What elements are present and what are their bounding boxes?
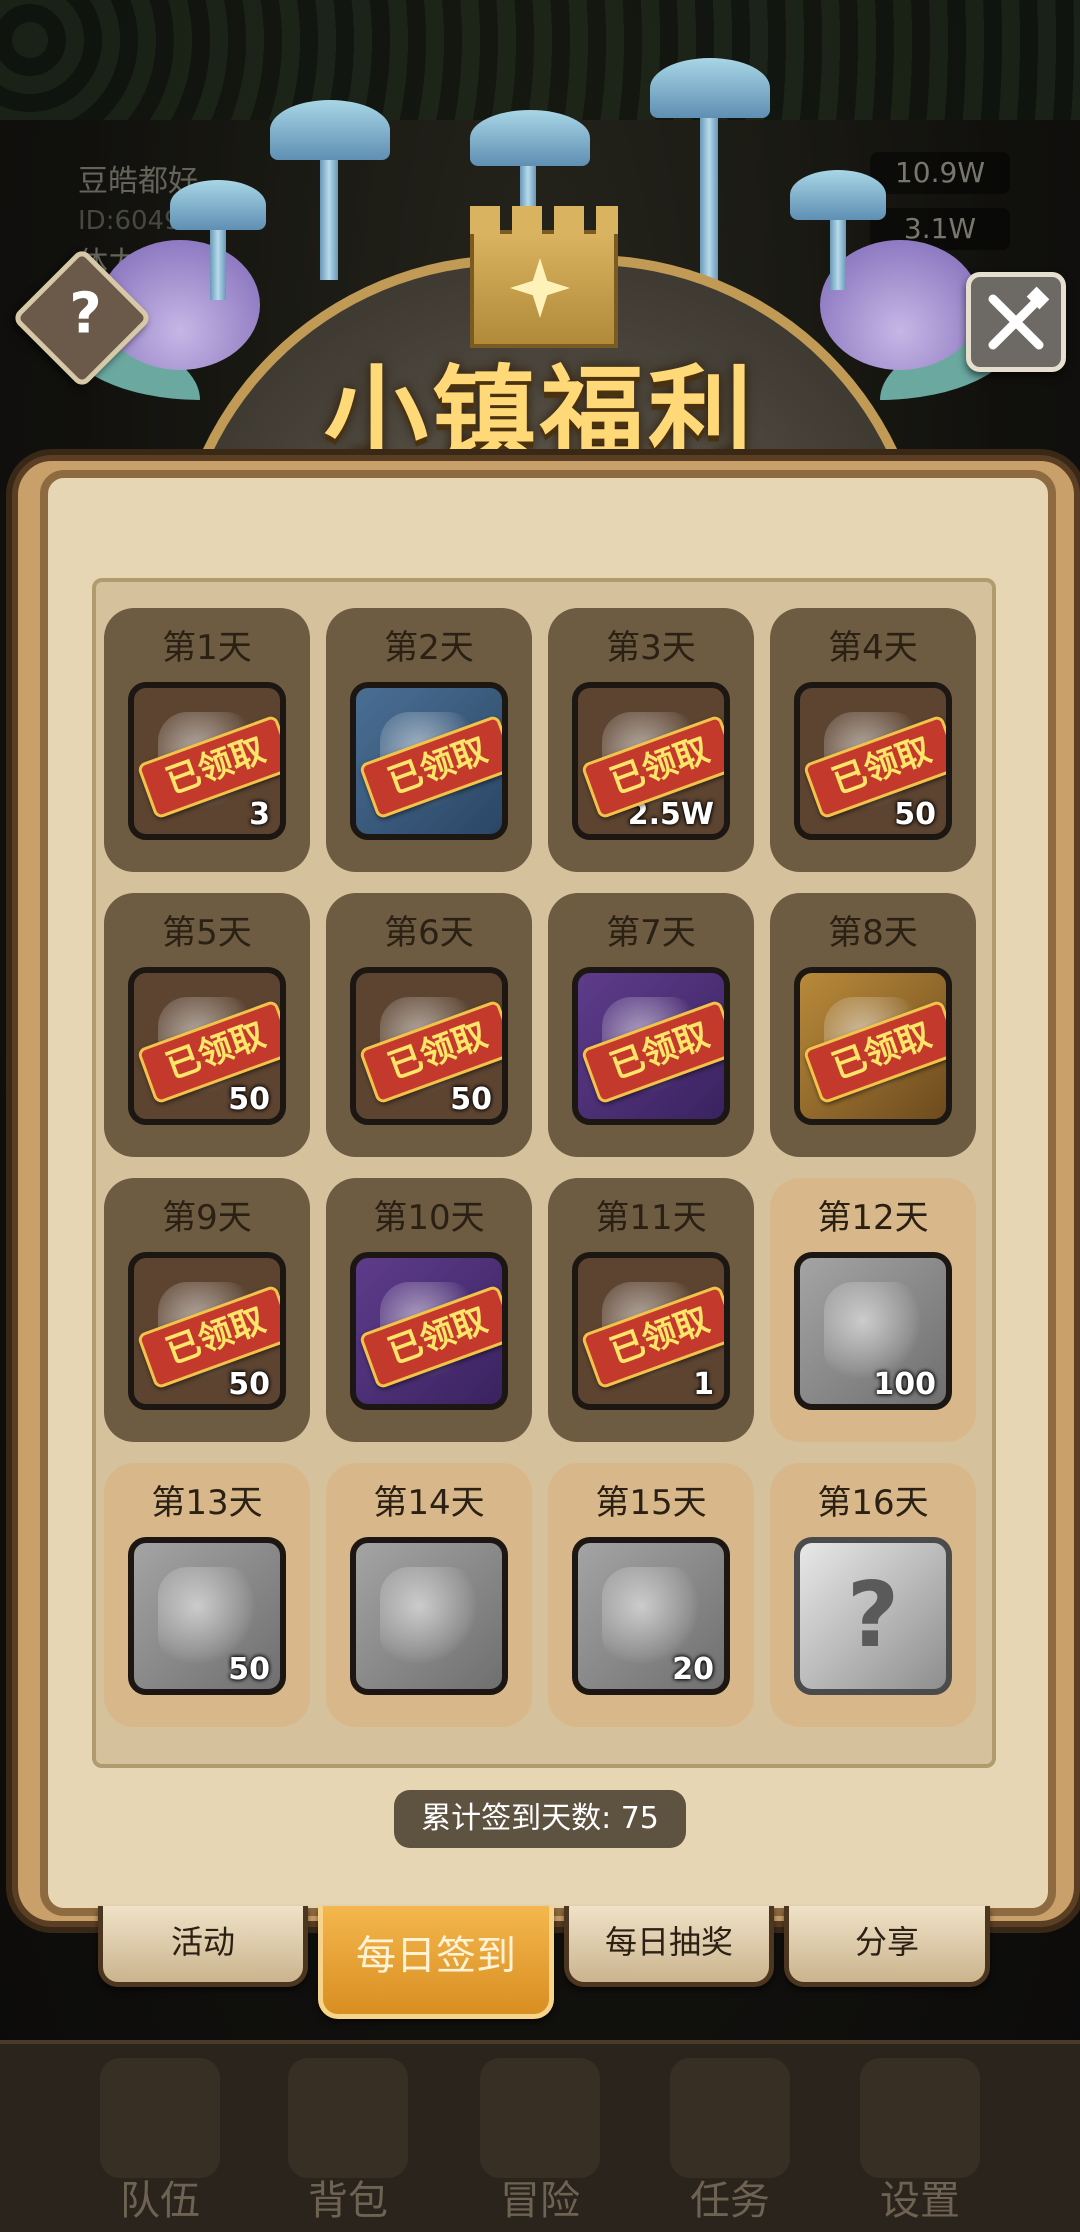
day-card[interactable]: 第1天 3 已领取 bbox=[104, 608, 310, 872]
day-card[interactable]: 第9天 50 已领取 bbox=[104, 1178, 310, 1442]
day-card[interactable]: 第11天 1 已领取 bbox=[548, 1178, 754, 1442]
day-label: 第15天 bbox=[595, 1483, 707, 1523]
day-label: 第11天 bbox=[595, 1198, 707, 1238]
reward-slot: 已领取 bbox=[350, 1252, 508, 1410]
mystery-question-icon: ? bbox=[846, 1563, 900, 1668]
day-label: 第12天 bbox=[817, 1198, 929, 1238]
crossed-swords-icon bbox=[480, 2058, 600, 2178]
day-label: 第6天 bbox=[384, 913, 474, 953]
reward-slot: 3 已领取 bbox=[128, 682, 286, 840]
nav-backpack-label: 背包 bbox=[308, 2178, 388, 2224]
nav-tasks[interactable]: 任务 bbox=[640, 2050, 820, 2224]
question-icon: ? bbox=[69, 281, 102, 347]
day-card[interactable]: 第7天已领取 bbox=[548, 893, 754, 1157]
reward-slot: 已领取 bbox=[572, 967, 730, 1125]
backpack-icon bbox=[288, 2058, 408, 2178]
day-card[interactable]: 第10天已领取 bbox=[326, 1178, 532, 1442]
day-label: 第14天 bbox=[373, 1483, 485, 1523]
reward-quantity: 3 bbox=[249, 797, 270, 832]
tab-daily-lottery[interactable]: 每日抽奖 bbox=[564, 1906, 774, 1987]
tab-daily-signin[interactable]: 每日签到 bbox=[318, 1906, 554, 2019]
reward-quantity: 50 bbox=[450, 1082, 492, 1117]
reward-slot: 2.5W 已领取 bbox=[572, 682, 730, 840]
day-card[interactable]: 第2天已领取 bbox=[326, 608, 532, 872]
reward-slot: 50 已领取 bbox=[128, 967, 286, 1125]
dark-rune-stone-icon bbox=[602, 1567, 700, 1665]
tab-share[interactable]: 分享 bbox=[784, 1906, 990, 1987]
day-label: 第8天 bbox=[828, 913, 918, 953]
nav-backpack[interactable]: 背包 bbox=[258, 2050, 438, 2224]
day-card[interactable]: 第12天 100 bbox=[770, 1178, 976, 1442]
day-card[interactable]: 第5天 50 已领取 bbox=[104, 893, 310, 1157]
reward-slot: 已领取 bbox=[350, 682, 508, 840]
day-card[interactable]: 第8天已领取 bbox=[770, 893, 976, 1157]
reward-slot: 20 bbox=[572, 1537, 730, 1695]
day-card[interactable]: 第15天 20 bbox=[548, 1463, 754, 1727]
nav-adventure-label: 冒险 bbox=[500, 2178, 580, 2224]
nav-team[interactable]: 队伍 bbox=[70, 2050, 250, 2224]
helmet-icon bbox=[100, 2058, 220, 2178]
day-label: 第2天 bbox=[384, 628, 474, 668]
day-card[interactable]: 第6天 50 已领取 bbox=[326, 893, 532, 1157]
tab-activity[interactable]: 活动 bbox=[98, 1906, 308, 1987]
day-label: 第10天 bbox=[373, 1198, 485, 1238]
reward-slot: ? bbox=[794, 1537, 952, 1695]
day-label: 第16天 bbox=[817, 1483, 929, 1523]
reward-slot: 50 已领取 bbox=[794, 682, 952, 840]
day-label: 第5天 bbox=[162, 913, 252, 953]
resource-counter-1: 10.9W bbox=[870, 152, 1010, 194]
day-label: 第7天 bbox=[606, 913, 696, 953]
day-label: 第3天 bbox=[606, 628, 696, 668]
day-label: 第4天 bbox=[828, 628, 918, 668]
scroll-icon bbox=[670, 2058, 790, 2178]
nav-settings[interactable]: 设置 bbox=[830, 2050, 1010, 2224]
day-label: 第13天 bbox=[151, 1483, 263, 1523]
reward-quantity: 50 bbox=[228, 1652, 270, 1687]
wood-log-icon bbox=[158, 1567, 256, 1665]
day-card[interactable]: 第3天 2.5W 已领取 bbox=[548, 608, 754, 872]
reward-quantity: 50 bbox=[228, 1367, 270, 1402]
nav-settings-label: 设置 bbox=[880, 2178, 960, 2224]
reward-slot bbox=[350, 1537, 508, 1695]
reward-slot: 1 已领取 bbox=[572, 1252, 730, 1410]
nav-tasks-label: 任务 bbox=[690, 2178, 770, 2224]
reward-quantity: 100 bbox=[873, 1367, 936, 1402]
crossed-tools-icon bbox=[988, 286, 1050, 350]
nav-team-label: 队伍 bbox=[120, 2178, 200, 2224]
day-label: 第1天 bbox=[162, 628, 252, 668]
reward-slot: 已领取 bbox=[794, 967, 952, 1125]
day-card[interactable]: 第16天? bbox=[770, 1463, 976, 1727]
reward-quantity: 20 bbox=[672, 1652, 714, 1687]
reward-quantity: 50 bbox=[228, 1082, 270, 1117]
nav-adventure[interactable]: 冒险 bbox=[450, 2050, 630, 2224]
reward-quantity: 50 bbox=[894, 797, 936, 832]
reward-quantity: 1 bbox=[693, 1367, 714, 1402]
day-label: 第9天 bbox=[162, 1198, 252, 1238]
reward-slot: 50 已领取 bbox=[350, 967, 508, 1125]
day-card[interactable]: 第4天 50 已领取 bbox=[770, 608, 976, 872]
reward-slot: 50 已领取 bbox=[128, 1252, 286, 1410]
backpack-icon bbox=[380, 1567, 478, 1665]
close-button[interactable] bbox=[966, 272, 1066, 372]
forest-backdrop bbox=[0, 0, 1080, 120]
reward-slot: 100 bbox=[794, 1252, 952, 1410]
silver-rune-stone-icon bbox=[824, 1282, 922, 1380]
day-card[interactable]: 第14天 bbox=[326, 1463, 532, 1727]
gear-icon bbox=[860, 2058, 980, 2178]
signin-day-counter: 累计签到天数: 75 bbox=[394, 1790, 686, 1848]
day-card[interactable]: 第13天 50 bbox=[104, 1463, 310, 1727]
reward-slot: 50 bbox=[128, 1537, 286, 1695]
